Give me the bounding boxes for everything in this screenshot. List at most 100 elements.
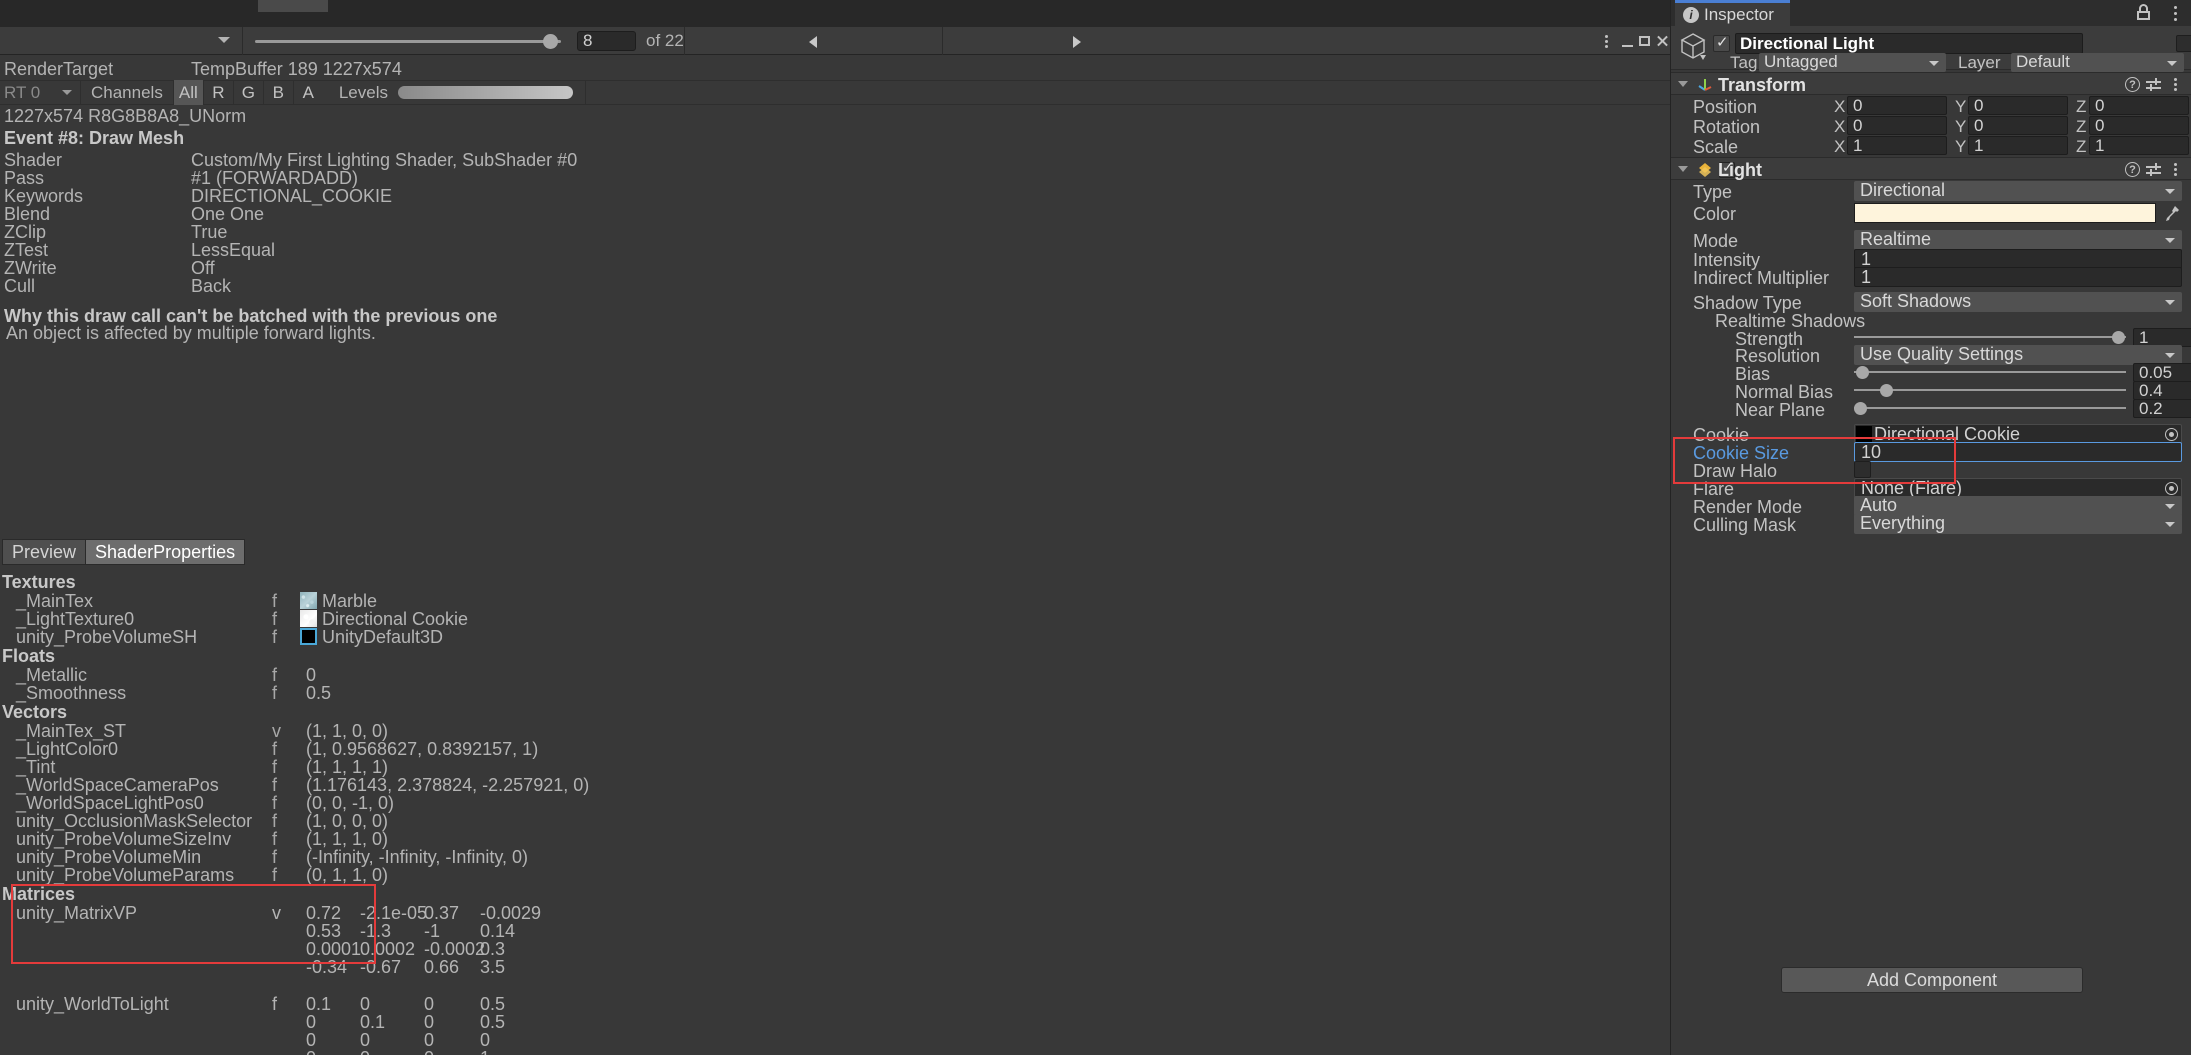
preset-icon[interactable]: [2146, 162, 2161, 177]
vector-row-probevolumesizeinv: unity_ProbeVolumeSizeInv f (1, 1, 1, 0): [0, 829, 700, 849]
matrix-row-unity-matrixvp: unity_MatrixVP v 0.72 -2.1e-05 0.37 -0.0…: [0, 903, 700, 923]
matrix-cell: 1: [480, 1048, 490, 1055]
texture-row-lighttexture0: _LightTexture0 f Directional Cookie: [0, 609, 600, 629]
chevron-down-icon: [2165, 189, 2175, 194]
close-button[interactable]: [1653, 27, 1670, 55]
light-color-swatch[interactable]: [1854, 203, 2156, 223]
next-event-button[interactable]: [943, 27, 1211, 55]
shadow-type-value: Soft Shadows: [1860, 291, 1972, 311]
component-header-light[interactable]: Light ?: [1671, 157, 2191, 180]
slider-knob[interactable]: [2112, 331, 2125, 344]
draw-halo-checkbox[interactable]: [1854, 461, 1871, 478]
panel-menu-button[interactable]: [1593, 27, 1619, 55]
component-title: Transform: [1718, 75, 1807, 95]
add-component-button[interactable]: Add Component: [1781, 967, 2083, 993]
scale-y-field[interactable]: 1: [1968, 136, 2068, 155]
object-picker-icon[interactable]: [2165, 482, 2178, 495]
target-dropdown[interactable]: [0, 26, 243, 55]
help-icon[interactable]: ?: [2125, 77, 2140, 92]
help-icon[interactable]: ?: [2125, 162, 2140, 177]
rotation-z-field[interactable]: 0: [2089, 116, 2189, 135]
section-header-vectors: Vectors: [2, 702, 68, 722]
channel-button-g[interactable]: G: [232, 80, 263, 105]
light-type-dropdown[interactable]: Directional: [1854, 181, 2182, 201]
scale-x-field[interactable]: 1: [1847, 136, 1947, 155]
inspector-tab-bar: i Inspector: [1671, 0, 2191, 26]
unity-editor-window: 8 of 22 RenderTarget TempBuffer 189 1227…: [0, 0, 2191, 1055]
channel-button-b[interactable]: B: [262, 80, 293, 105]
lock-icon[interactable]: [2136, 4, 2152, 21]
near-plane-value-field[interactable]: 0.2: [2133, 399, 2191, 418]
vector-row-probevolumemin: unity_ProbeVolumeMin f (-Infinity, -Infi…: [0, 847, 700, 867]
slider-track: [1854, 371, 2126, 373]
gameobject-header: Directional Light Static Tag Untagged La…: [1671, 26, 2191, 72]
divider-2: [584, 80, 586, 105]
section-header-textures: Textures: [2, 572, 76, 592]
frame-slider[interactable]: [243, 27, 573, 55]
slider-knob[interactable]: [1854, 402, 1867, 415]
resolution-value: Use Quality Settings: [1860, 344, 2024, 364]
axis-label-y: Y: [1955, 137, 1967, 156]
rotation-y-field[interactable]: 0: [1968, 116, 2068, 135]
rotation-x-field[interactable]: 0: [1847, 116, 1947, 135]
format-line-row: 1227x574 R8G8B8A8_UNorm: [0, 106, 1670, 129]
axis-label-x: X: [1834, 97, 1846, 116]
position-z-field[interactable]: 0: [2089, 96, 2189, 115]
slider-knob[interactable]: [1856, 366, 1869, 379]
position-x-field[interactable]: 0: [1847, 96, 1947, 115]
render-target-row: RenderTarget TempBuffer 189 1227x574: [0, 56, 1670, 82]
eyedropper-icon[interactable]: [2163, 204, 2181, 222]
minimize-button[interactable]: [1619, 27, 1636, 55]
channel-button-all[interactable]: All: [172, 80, 203, 105]
light-row-color: Color: [1671, 202, 2191, 225]
tab-shader-properties[interactable]: ShaderProperties: [85, 539, 246, 565]
static-checkbox[interactable]: [2176, 35, 2191, 52]
component-header-transform[interactable]: Transform ?: [1671, 72, 2191, 95]
layer-value: Default: [2016, 52, 2070, 71]
gameobject-name-field[interactable]: Directional Light: [1735, 33, 2083, 54]
position-vector3: X 0 Y 0 Z 0: [1834, 96, 2189, 116]
frame-debugger-panel: 8 of 22 RenderTarget TempBuffer 189 1227…: [0, 0, 1670, 1055]
culling-mask-dropdown[interactable]: Everything: [1854, 514, 2182, 534]
chevron-down-icon[interactable]: [62, 90, 72, 95]
near-plane-slider[interactable]: [1854, 399, 2126, 418]
tag-dropdown[interactable]: Untagged: [1759, 53, 1946, 72]
channel-button-a[interactable]: A: [292, 80, 323, 105]
matrix-row-line: 0.53 -1.3 -1 0.14: [0, 921, 700, 941]
foldout-arrow-icon[interactable]: [1678, 81, 1688, 87]
kebab-menu-icon[interactable]: [2170, 76, 2182, 93]
kebab-menu-icon[interactable]: [2170, 161, 2182, 178]
scale-vector3: X 1 Y 1 Z 1: [1834, 136, 2189, 156]
frame-debugger-details: 1227x574 R8G8B8A8_UNorm Event #8: Draw M…: [0, 106, 1670, 1055]
tab-preview[interactable]: Preview: [2, 539, 86, 565]
position-y-field[interactable]: 0: [1968, 96, 2068, 115]
gameobject-enabled-checkbox[interactable]: [1713, 33, 1730, 52]
rt-selector-label[interactable]: RT 0: [0, 83, 62, 103]
cube-icon: [1680, 33, 1706, 60]
axis-label-z: Z: [2076, 117, 2087, 136]
chevron-down-icon: [2165, 504, 2175, 509]
indirect-multiplier-field[interactable]: 1: [1854, 267, 2182, 287]
tab-inspector[interactable]: i Inspector: [1675, 0, 1790, 26]
light-mode-dropdown[interactable]: Realtime: [1854, 230, 2182, 250]
marble-texture-icon: [300, 592, 317, 609]
maximize-button[interactable]: [1636, 27, 1653, 55]
foldout-arrow-icon[interactable]: [1678, 166, 1688, 172]
scale-z-field[interactable]: 1: [2089, 136, 2189, 155]
kebab-menu-icon[interactable]: [2170, 4, 2182, 22]
axis-label-z: Z: [2076, 137, 2087, 156]
slider-knob[interactable]: [1880, 384, 1893, 397]
previous-event-button[interactable]: [685, 27, 942, 55]
chevron-down-icon: [2167, 61, 2177, 66]
channel-button-r[interactable]: R: [202, 80, 233, 105]
preset-icon[interactable]: [2146, 77, 2161, 92]
chevron-down-icon: [218, 36, 230, 43]
slider-knob[interactable]: [543, 33, 558, 49]
levels-slider[interactable]: [397, 86, 573, 99]
object-picker-icon[interactable]: [2165, 428, 2178, 441]
render-mode-value: Auto: [1860, 495, 1898, 515]
layer-dropdown[interactable]: Default: [2011, 53, 2184, 72]
transform-row-scale: Scale X 1 Y 1 Z 1: [1671, 135, 2191, 158]
matrix-cell: 0.66: [424, 957, 460, 977]
frame-index-input[interactable]: 8: [577, 30, 636, 51]
